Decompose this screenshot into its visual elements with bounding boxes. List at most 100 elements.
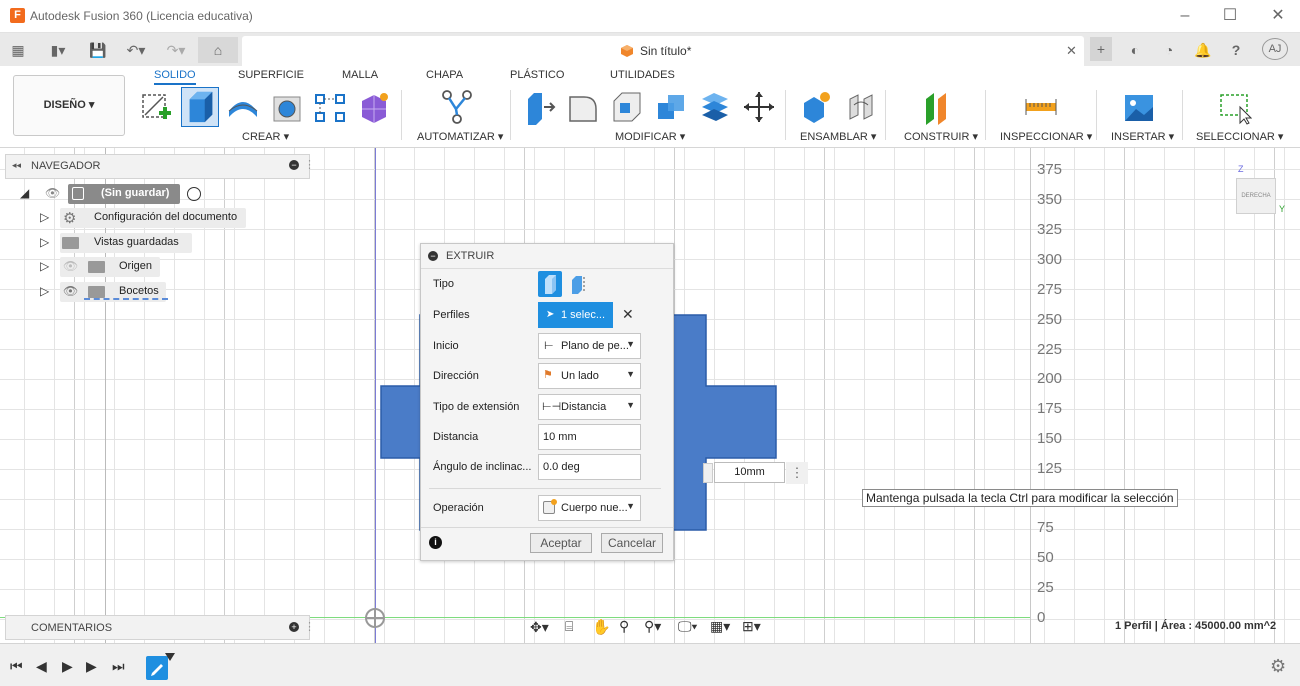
operation-dropdown[interactable]: Cuerpo nue... ▼ (538, 495, 641, 521)
move-icon[interactable] (742, 89, 776, 125)
apps-grid-icon[interactable]: ▦ (8, 40, 28, 60)
home-icon[interactable]: ⌂ (198, 37, 238, 63)
dialog-header[interactable]: − EXTRUIR (421, 244, 673, 269)
extensions-icon[interactable]: ◐ (1125, 40, 1145, 60)
insert-image-icon[interactable] (1122, 89, 1156, 125)
accept-button[interactable]: Aceptar (530, 533, 592, 553)
collapse-panel-icon[interactable]: ◂◂ (12, 160, 21, 171)
pan-hand-icon[interactable]: ✋ (592, 618, 611, 636)
joint-icon[interactable] (844, 89, 878, 125)
go-to-end-icon[interactable]: ⏭ (112, 658, 125, 675)
tab-malla[interactable]: MALLA (342, 69, 378, 81)
collapse-triangle-icon[interactable]: ◢ (20, 186, 29, 200)
tab-utilidades[interactable]: UTILIDADES (610, 69, 675, 81)
form-icon[interactable] (356, 89, 390, 125)
pattern-icon[interactable] (313, 89, 347, 125)
automate-icon[interactable] (440, 89, 474, 125)
distance-input[interactable]: 10 mm (538, 424, 641, 450)
tab-plastico[interactable]: PLÁSTICO (510, 69, 564, 81)
cancel-button[interactable]: Cancelar (601, 533, 663, 553)
tree-row-saved-views[interactable]: ▷ Vistas guardadas (40, 233, 200, 253)
clear-selection-icon[interactable]: ✕ (622, 306, 634, 323)
group-seleccionar[interactable]: SELECCIONAR ▾ (1196, 130, 1283, 143)
group-ensamblar[interactable]: ENSAMBLAR ▾ (800, 130, 876, 143)
close-window-button[interactable]: ✕ (1266, 6, 1290, 26)
type-solid-button[interactable] (538, 271, 562, 297)
expand-triangle-icon[interactable]: ▷ (40, 210, 49, 224)
manipulator-handle[interactable] (703, 463, 713, 483)
revolve-icon[interactable] (226, 89, 260, 125)
group-construir[interactable]: CONSTRUIR ▾ (904, 130, 978, 143)
user-avatar[interactable]: AJ (1262, 38, 1288, 60)
redo-icon[interactable]: ↷▾ (160, 40, 192, 60)
panel-grip-icon[interactable]: ⋮ (304, 620, 315, 633)
look-at-icon[interactable]: ⌸ (565, 618, 573, 635)
expand-triangle-icon[interactable]: ▷ (40, 284, 49, 298)
tab-superficie[interactable]: SUPERFICIE (238, 69, 304, 81)
new-tab-icon[interactable]: + (1090, 37, 1112, 61)
extrude-icon[interactable] (181, 87, 219, 127)
go-to-start-icon[interactable]: ⏮ (10, 658, 23, 675)
profiles-selection[interactable]: ➤ 1 selec... (538, 302, 613, 328)
display-settings-icon[interactable]: 🖵▾ (678, 618, 697, 635)
tab-chapa[interactable]: CHAPA (426, 69, 463, 81)
press-pull-icon[interactable] (522, 89, 556, 125)
maximize-button[interactable]: ☐ (1218, 6, 1242, 26)
zoom-icon[interactable]: ⚲ (619, 618, 629, 635)
group-crear[interactable]: CREAR ▾ (242, 130, 289, 143)
minimize-panel-icon[interactable]: − (289, 160, 299, 170)
fit-icon[interactable]: ⚲▾ (644, 618, 661, 635)
measure-icon[interactable] (1024, 89, 1058, 125)
workspace-switcher[interactable]: DISEÑO ▾ (13, 75, 125, 136)
extent-type-dropdown[interactable]: ⊢⊣ Distancia ▼ (538, 394, 641, 420)
thin-extrude-icon[interactable] (568, 273, 590, 295)
group-insertar[interactable]: INSERTAR ▾ (1111, 130, 1174, 143)
group-automatizar[interactable]: AUTOMATIZAR ▾ (417, 130, 503, 143)
tree-row-sketches[interactable]: ▷ 👁 Bocetos (40, 282, 170, 302)
expand-triangle-icon[interactable]: ▷ (40, 259, 49, 273)
new-component-icon[interactable] (800, 89, 834, 125)
activate-radio-icon[interactable] (187, 187, 201, 201)
panel-grip-icon[interactable]: ⋮ (304, 158, 315, 171)
timeline-sketch-feature[interactable] (146, 656, 168, 680)
hole-icon[interactable] (270, 89, 304, 125)
fillet-icon[interactable] (566, 89, 600, 125)
add-comment-icon[interactable]: + (289, 622, 299, 632)
group-modificar[interactable]: MODIFICAR ▾ (615, 130, 685, 143)
minimize-button[interactable]: – (1173, 6, 1197, 26)
close-tab-icon[interactable]: ✕ (1066, 43, 1077, 59)
split-body-icon[interactable] (698, 89, 732, 125)
distance-manipulator-input[interactable]: 10mm (714, 462, 785, 483)
tree-row-doc-settings[interactable]: ▷ ⚙ Configuración del documento (40, 208, 250, 228)
notifications-icon[interactable]: 🔔 (1193, 40, 1213, 60)
direction-dropdown[interactable]: ⚑ Un lado ▼ (538, 363, 641, 389)
timeline-settings-gear-icon[interactable]: ⚙ (1270, 656, 1286, 677)
tree-row-root[interactable]: ◢ 👁 (Sin guardar) (20, 184, 220, 204)
taper-angle-input[interactable]: 0.0 deg (538, 454, 641, 480)
document-tab[interactable]: Sin título* ✕ (242, 36, 1084, 66)
play-icon[interactable]: ▶ (62, 658, 73, 675)
visibility-eye-icon[interactable]: 👁 (63, 284, 78, 298)
expand-triangle-icon[interactable]: ▷ (40, 235, 49, 249)
info-icon[interactable]: i (429, 536, 442, 549)
grid-settings-icon[interactable]: ▦▾ (710, 618, 730, 635)
file-menu-icon[interactable]: ▮▾ (42, 40, 74, 60)
help-icon[interactable]: ? (1226, 40, 1246, 60)
visibility-eye-icon[interactable]: 👁 (45, 186, 60, 200)
step-back-icon[interactable]: ◀ (36, 658, 47, 675)
tab-solido[interactable]: SOLIDO (154, 69, 196, 85)
viewports-icon[interactable]: ⊞▾ (742, 618, 761, 635)
tree-row-origin[interactable]: ▷ 👁 Origen (40, 257, 170, 277)
undo-icon[interactable]: ↶▾ (120, 40, 152, 60)
step-forward-icon[interactable]: ▶ (86, 658, 97, 675)
hidden-eye-icon[interactable]: 👁 (63, 259, 78, 273)
more-options-icon[interactable]: ⋮ (786, 462, 808, 484)
view-cube[interactable]: DERECHA (1236, 178, 1276, 214)
orbit-icon[interactable]: ✥▾ (530, 619, 549, 636)
navigator-panel[interactable]: ◂◂ NAVEGADOR − ⋮ (5, 154, 315, 179)
shell-icon[interactable] (610, 89, 644, 125)
collapse-dialog-icon[interactable]: − (428, 251, 438, 261)
job-status-icon[interactable]: ◔ (1159, 40, 1179, 60)
extrude-dialog[interactable]: − EXTRUIR Tipo Perfiles ➤ 1 selec... ✕ I… (420, 243, 674, 561)
group-inspeccionar[interactable]: INSPECCIONAR ▾ (1000, 130, 1092, 143)
